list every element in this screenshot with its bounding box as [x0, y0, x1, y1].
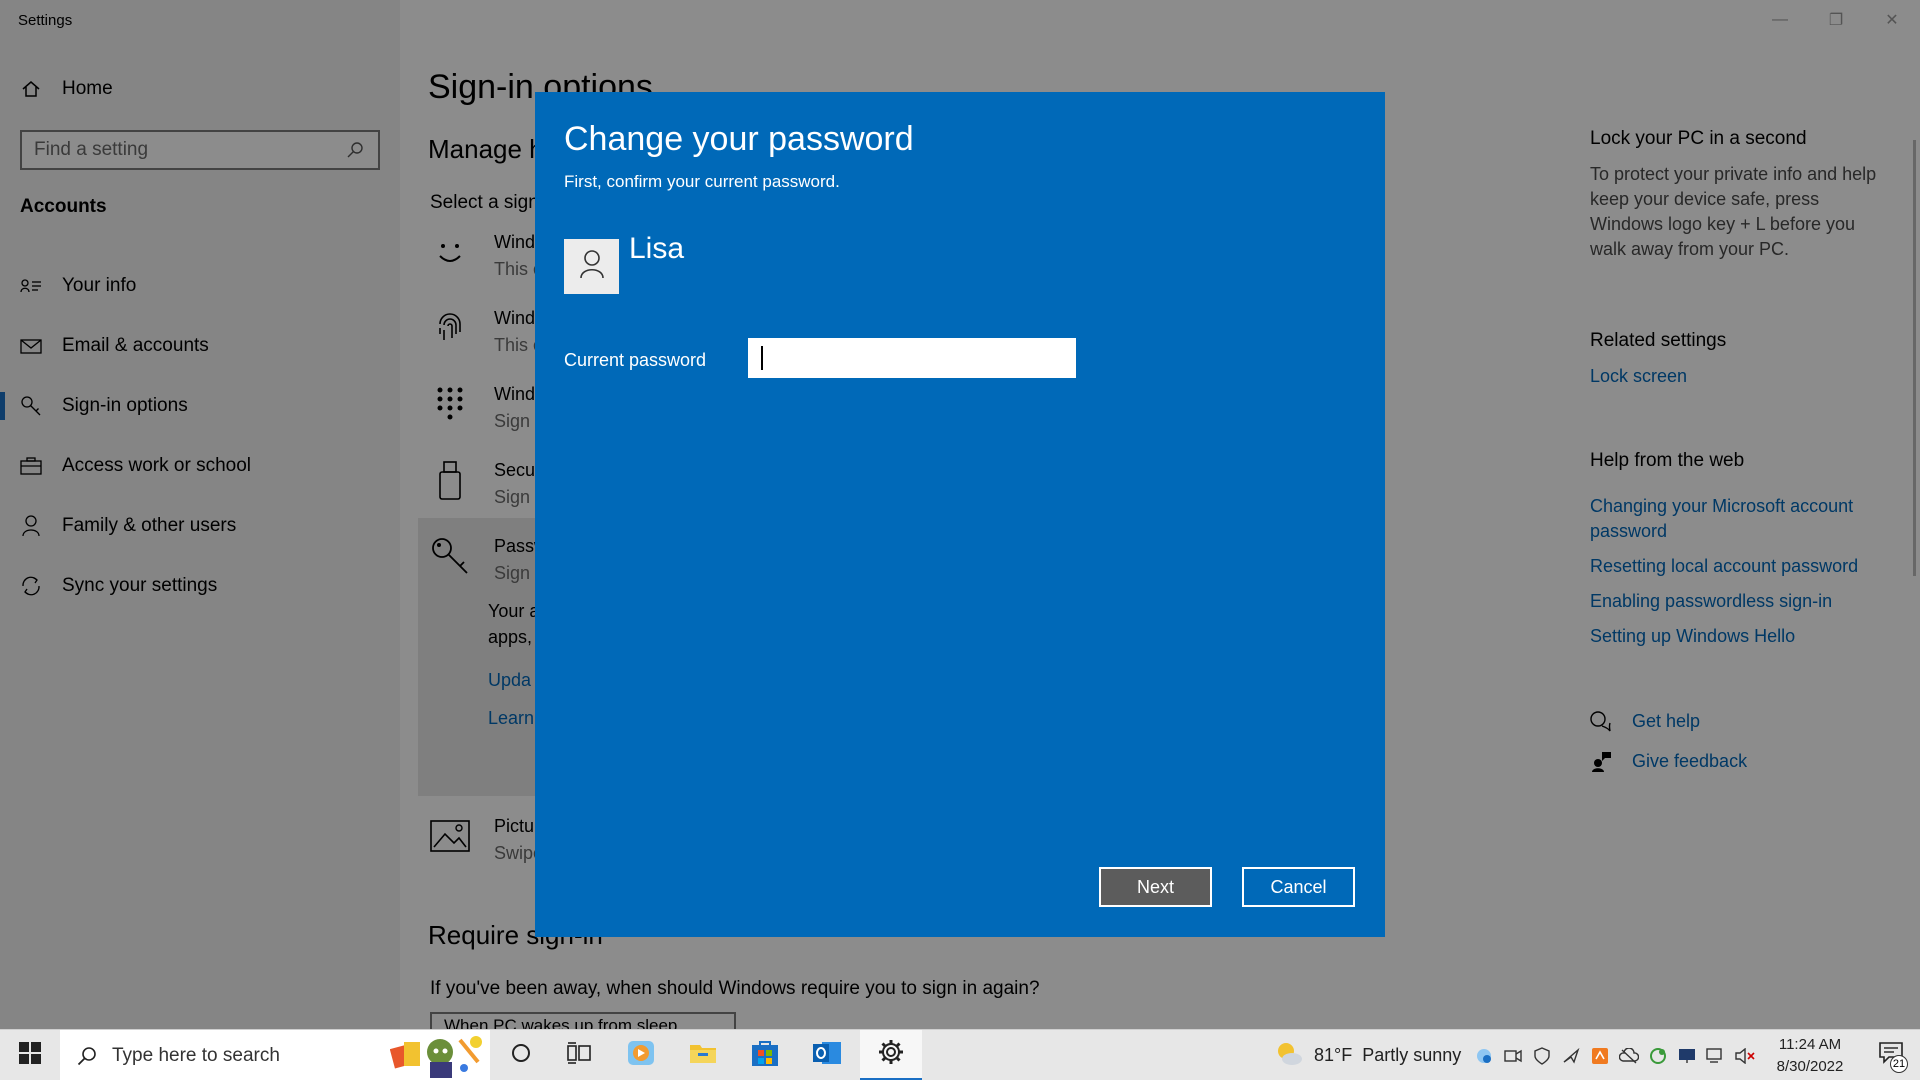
weather-desc: Partly sunny	[1362, 1045, 1462, 1065]
gear-icon	[878, 1039, 904, 1070]
cloud-offline-icon[interactable]	[1619, 1046, 1639, 1066]
search-icon	[76, 1045, 98, 1067]
recycle-green-icon[interactable]	[1648, 1046, 1668, 1066]
clock-time: 11:24 AM	[1778, 1036, 1842, 1053]
user-avatar-icon	[579, 249, 605, 284]
next-button[interactable]: Next	[1099, 867, 1212, 907]
partly-sunny-icon	[1274, 1040, 1304, 1071]
text-caret	[761, 346, 763, 370]
start-button[interactable]	[0, 1030, 60, 1080]
task-view-icon	[567, 1042, 591, 1069]
task-view-button[interactable]	[548, 1030, 610, 1080]
security-shield-icon[interactable]	[1532, 1046, 1552, 1066]
volume-muted-icon[interactable]	[1735, 1046, 1755, 1066]
weather-widget[interactable]: 81°F Partly sunny	[1274, 1030, 1461, 1080]
clock-date: 8/30/2022	[1776, 1058, 1844, 1075]
app-tray-orange-icon[interactable]	[1590, 1046, 1610, 1066]
current-password-input[interactable]	[748, 338, 1076, 378]
taskbar-app-file-explorer[interactable]	[672, 1030, 734, 1080]
cancel-button[interactable]: Cancel	[1242, 867, 1355, 907]
taskbar-app-outlook[interactable]	[796, 1030, 858, 1080]
media-player-icon	[627, 1040, 655, 1071]
taskbar-app-store[interactable]	[734, 1030, 796, 1080]
network-monitor-icon[interactable]	[1706, 1046, 1726, 1066]
taskbar-search-box[interactable]: Type here to search	[60, 1030, 490, 1080]
store-icon	[751, 1039, 779, 1072]
cortana-circle-icon	[510, 1042, 532, 1069]
username: Lisa	[629, 232, 685, 265]
taskbar-clock[interactable]: 11:24 AM 8/30/2022	[1772, 1034, 1848, 1078]
system-tray	[1474, 1030, 1755, 1080]
current-password-label: Current password	[564, 350, 707, 370]
search-highlight-icon	[389, 1032, 486, 1078]
windows-logo-icon	[19, 1042, 41, 1069]
avatar	[564, 239, 619, 294]
weather-temp: 81°F	[1314, 1045, 1353, 1065]
folder-icon	[689, 1041, 717, 1070]
taskbar-app-media[interactable]	[610, 1030, 672, 1080]
taskbar-search-placeholder: Type here to search	[112, 1044, 280, 1066]
onedrive-sync-icon[interactable]	[1474, 1046, 1494, 1066]
display-icon[interactable]	[1677, 1046, 1697, 1066]
dialog-subtitle: First, confirm your current password.	[564, 172, 840, 191]
notification-badge: 21	[1890, 1055, 1908, 1073]
network-arrow-icon[interactable]	[1561, 1046, 1581, 1066]
taskbar-app-settings[interactable]	[860, 1030, 922, 1080]
cortana-button[interactable]	[490, 1030, 552, 1080]
outlook-icon	[812, 1039, 842, 1072]
meet-now-icon[interactable]	[1503, 1046, 1523, 1066]
change-password-dialog: Change your password First, confirm your…	[535, 92, 1385, 937]
taskbar: Type here to search 81°F Partly sunny 11…	[0, 1029, 1920, 1080]
notification-center-button[interactable]: 21	[1866, 1030, 1916, 1080]
dialog-title: Change your password	[564, 120, 914, 158]
